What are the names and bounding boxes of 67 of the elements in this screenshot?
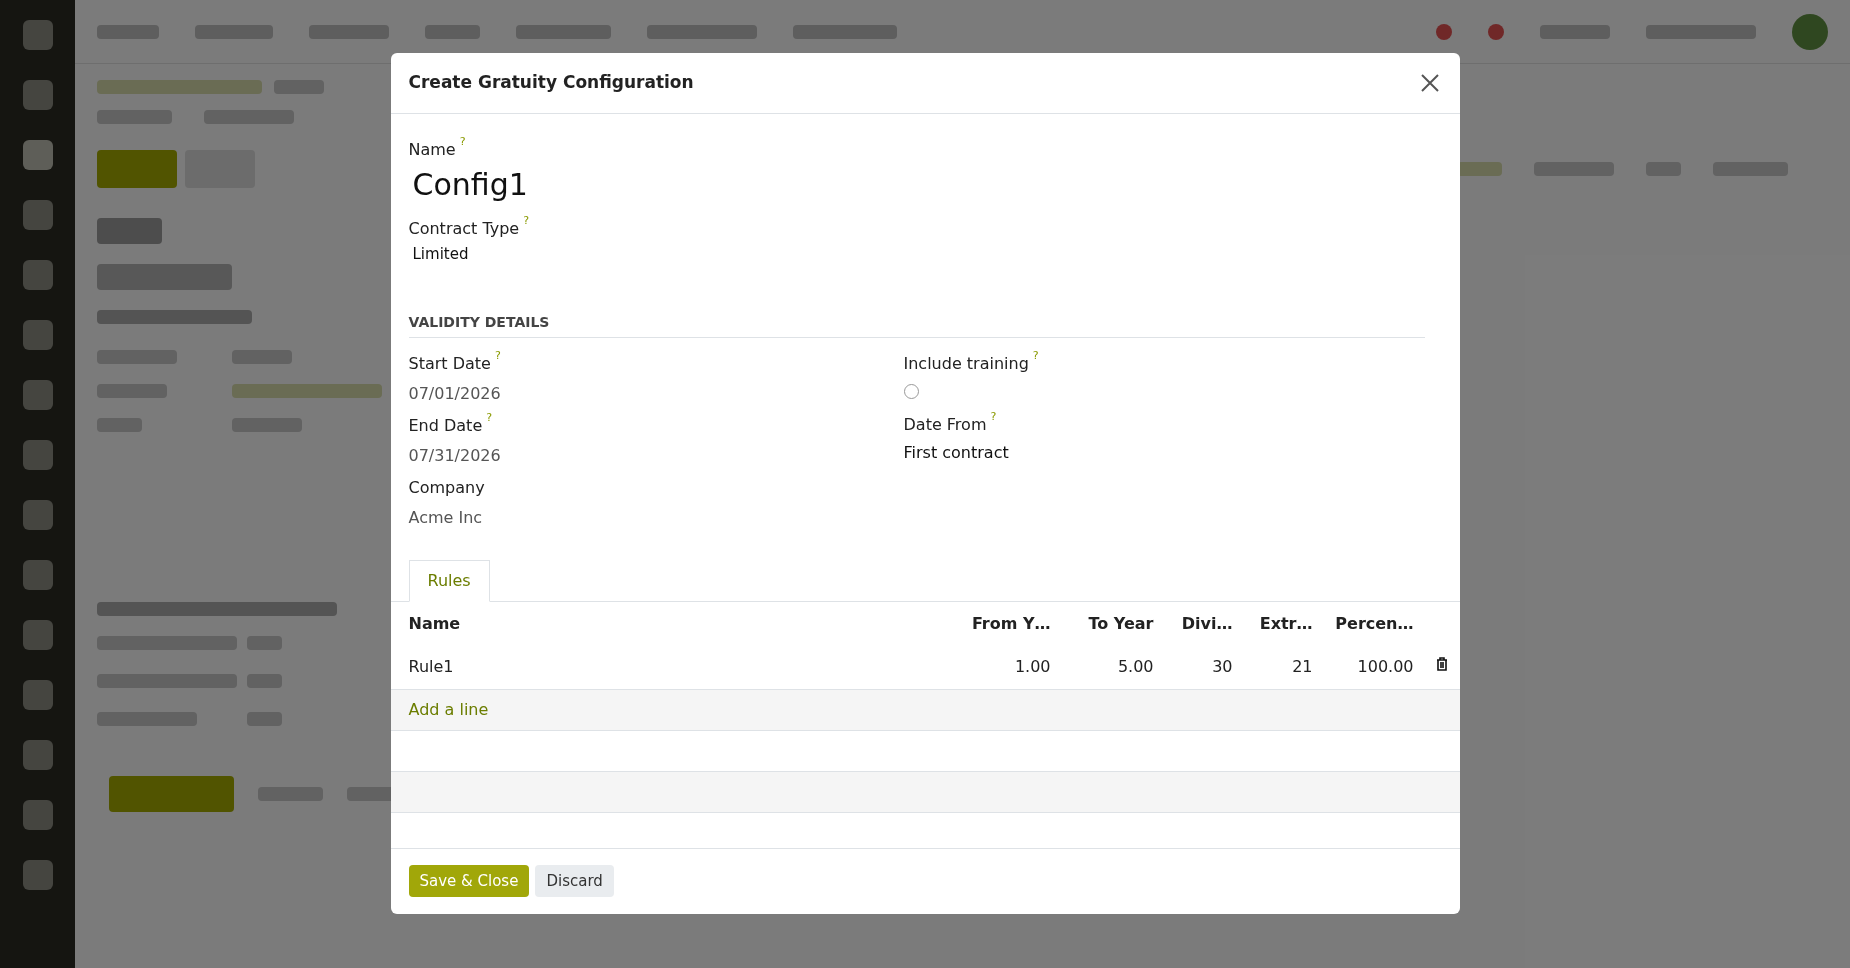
- field-value[interactable]: First contract: [903, 440, 1009, 465]
- blurred-text: [232, 350, 292, 364]
- table-cell-text: 21: [1291, 656, 1313, 679]
- table-cell-text: Rule1: [408, 656, 455, 679]
- blurred-text: [247, 636, 282, 650]
- sidebar-icon[interactable]: [22, 500, 53, 530]
- sidebar-icon[interactable]: [22, 320, 53, 350]
- sidebar-icon[interactable]: [22, 380, 53, 410]
- name-field[interactable]: Config1: [408, 162, 1009, 208]
- field-value[interactable]: 07/31/2026: [408, 443, 501, 468]
- sidebar-icon[interactable]: [22, 20, 53, 50]
- sidebar-icon[interactable]: [22, 80, 53, 110]
- field-label: End Date: [408, 414, 483, 437]
- sidebar-icon[interactable]: [22, 260, 53, 290]
- sidebar-icon[interactable]: [22, 680, 53, 710]
- column-header[interactable]: From Y…: [940, 611, 1051, 636]
- section-title: VALIDITY DETAILS: [408, 313, 550, 330]
- field-label: Start Date: [408, 352, 491, 375]
- field-label: Date From: [903, 413, 987, 436]
- column-header[interactable]: Percen…: [1312, 611, 1414, 636]
- table-cell-text: 5.00: [1116, 656, 1154, 679]
- dialog-title: Create Gratuity Configuration: [408, 71, 694, 95]
- blurred-text: [97, 418, 142, 432]
- blurred-text: [258, 787, 323, 801]
- field-label: Name: [408, 139, 456, 162]
- column-header[interactable]: To Year: [1050, 611, 1154, 636]
- field-label: Include training: [903, 352, 1029, 375]
- column-header[interactable]: Divi…: [1153, 611, 1233, 636]
- sidebar-icon[interactable]: [22, 860, 53, 890]
- sidebar-icon[interactable]: [22, 740, 53, 770]
- column-header[interactable]: Extr…: [1232, 611, 1313, 636]
- trash-icon[interactable]: [1435, 657, 1448, 672]
- sidebar-icon[interactable]: [22, 560, 53, 590]
- blurred-text: [232, 418, 302, 432]
- notification-badge[interactable]: [1488, 23, 1504, 40]
- blurred-text: [274, 80, 324, 94]
- blurred-text: [97, 384, 167, 398]
- blurred-text: [247, 712, 282, 726]
- sidebar-icon[interactable]: [22, 620, 53, 650]
- confirm-button[interactable]: [97, 150, 177, 188]
- contract-type-value[interactable]: Limited: [408, 243, 473, 266]
- add-line-link[interactable]: Add a line: [408, 697, 489, 722]
- discard-button[interactable]: Discard: [535, 865, 614, 898]
- column-header[interactable]: Name: [408, 611, 941, 636]
- notification-badge[interactable]: [1436, 23, 1452, 40]
- blurred-text: [97, 218, 162, 244]
- field-label: Contract Type: [408, 218, 520, 241]
- sidebar-icon[interactable]: [22, 200, 53, 230]
- sidebar-icon[interactable]: [22, 440, 53, 470]
- blurred-text: [97, 24, 159, 39]
- blurred-text: [425, 24, 480, 39]
- sidebar-icon[interactable]: [22, 140, 53, 170]
- table-cell-text: 100.00: [1356, 656, 1414, 679]
- table-cell-text: 1.00: [1013, 656, 1051, 679]
- table-cell-text: 30: [1211, 656, 1233, 679]
- field-label: Company: [408, 476, 485, 499]
- field-value[interactable]: 07/01/2026: [408, 381, 501, 406]
- include-training-checkbox[interactable]: [903, 383, 919, 399]
- action-button[interactable]: [109, 776, 234, 812]
- field-value[interactable]: Acme Inc: [408, 505, 483, 530]
- blurred-text: [1646, 162, 1681, 176]
- sidebar-icon[interactable]: [22, 800, 53, 830]
- blurred-text: [1540, 24, 1610, 39]
- tab[interactable]: Rules: [408, 559, 490, 602]
- blurred-text: [247, 674, 282, 688]
- blurred-text: [1457, 162, 1502, 176]
- avatar[interactable]: [1792, 13, 1828, 50]
